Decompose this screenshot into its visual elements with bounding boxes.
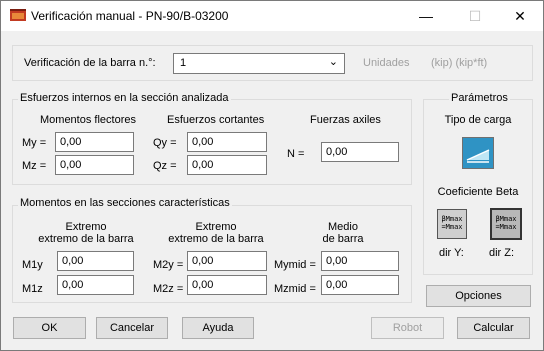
calculate-button[interactable]: Calcular [457, 317, 530, 339]
mymid-input[interactable]: 0,00 [321, 251, 399, 271]
m1y-label: M1y [22, 259, 43, 271]
beta-y-button[interactable]: βMmax =Mmax [437, 209, 467, 239]
section-moments-legend: Momentos en las secciones característica… [18, 197, 232, 209]
col1-header-line1: Extremo [65, 221, 107, 233]
qy-input[interactable]: 0,00 [187, 132, 267, 152]
load-type-icon [463, 138, 493, 168]
dir-z-label: dir Z: [489, 247, 515, 259]
help-button[interactable]: Ayuda [182, 317, 254, 339]
n-label: N = [287, 148, 305, 160]
n-input[interactable]: 0,00 [321, 142, 399, 162]
robot-button[interactable]: Robot [371, 317, 444, 339]
col2-header-line2: extremo de la barra [168, 233, 264, 245]
m2y-label: M2y = [153, 259, 184, 271]
m1z-input[interactable]: 0,00 [57, 275, 134, 295]
mzmid-input[interactable]: 0,00 [321, 275, 399, 295]
dir-y-label: dir Y: [439, 247, 464, 259]
beta-y-text-line1: βMmax [441, 215, 463, 223]
qz-input[interactable]: 0,00 [187, 155, 267, 175]
beta-coefficient-label: Coeficiente Beta [437, 186, 519, 198]
col3-header-line2: de barra [322, 233, 364, 245]
bar-number-select[interactable]: 1 ⌄ [173, 53, 345, 74]
mzmid-label: Mzmid = [274, 283, 316, 295]
chevron-down-icon: ⌄ [328, 56, 338, 68]
qy-label: Qy = [153, 137, 177, 149]
dialog-window: Verificación manual - PN-90/B-03200 — ☐ … [0, 0, 544, 351]
m1z-label: M1z [22, 283, 43, 295]
internal-forces-legend: Esfuerzos internos en la sección analiza… [18, 92, 231, 104]
title-bar: Verificación manual - PN-90/B-03200 — ☐ … [1, 1, 543, 31]
col3-header-line1: Medio [328, 221, 358, 233]
mymid-label: Mymid = [274, 259, 316, 271]
shear-forces-header: Esfuerzos cortantes [167, 114, 265, 126]
window-title: Verificación manual - PN-90/B-03200 [31, 9, 229, 23]
axial-forces-header: Fuerzas axiles [310, 114, 381, 126]
close-button[interactable]: ✕ [497, 1, 543, 31]
beta-z-button[interactable]: βMmax =Mmax [490, 208, 522, 240]
load-type-button[interactable] [462, 137, 494, 169]
ok-button[interactable]: OK [13, 317, 86, 339]
parameters-legend: Parámetros [449, 92, 510, 104]
my-label: My = [22, 137, 47, 149]
col2-header-line1: Extremo [195, 221, 237, 233]
units-value: (kip) (kip*ft) [431, 57, 488, 69]
bending-moments-header: Momentos flectores [40, 114, 136, 126]
units-label: Unidades [363, 57, 410, 69]
maximize-button[interactable]: ☐ [452, 1, 498, 31]
m2z-input[interactable]: 0,00 [187, 275, 267, 295]
beta-y-text-line2: =Mmax [441, 223, 463, 231]
cancel-button[interactable]: Cancelar [96, 317, 168, 339]
beta-z-text-line2: =Mmax [495, 223, 517, 231]
mz-label: Mz = [22, 160, 47, 172]
minimize-button[interactable]: — [403, 1, 449, 31]
mz-input[interactable]: 0,00 [55, 155, 134, 175]
beta-z-text-line1: βMmax [495, 215, 517, 223]
app-icon [10, 9, 26, 21]
load-type-label: Tipo de carga [444, 114, 512, 126]
m2z-label: M2z = [153, 283, 184, 295]
bar-number-value: 1 [180, 57, 187, 69]
m2y-input[interactable]: 0,00 [187, 251, 267, 271]
col1-header-line2: extremo de la barra [38, 233, 134, 245]
m1y-input[interactable]: 0,00 [57, 251, 134, 271]
options-button[interactable]: Opciones [426, 285, 531, 307]
my-input[interactable]: 0,00 [55, 132, 134, 152]
qz-label: Qz = [153, 160, 177, 172]
bar-number-label: Verificación de la barra n.°: [24, 57, 156, 69]
